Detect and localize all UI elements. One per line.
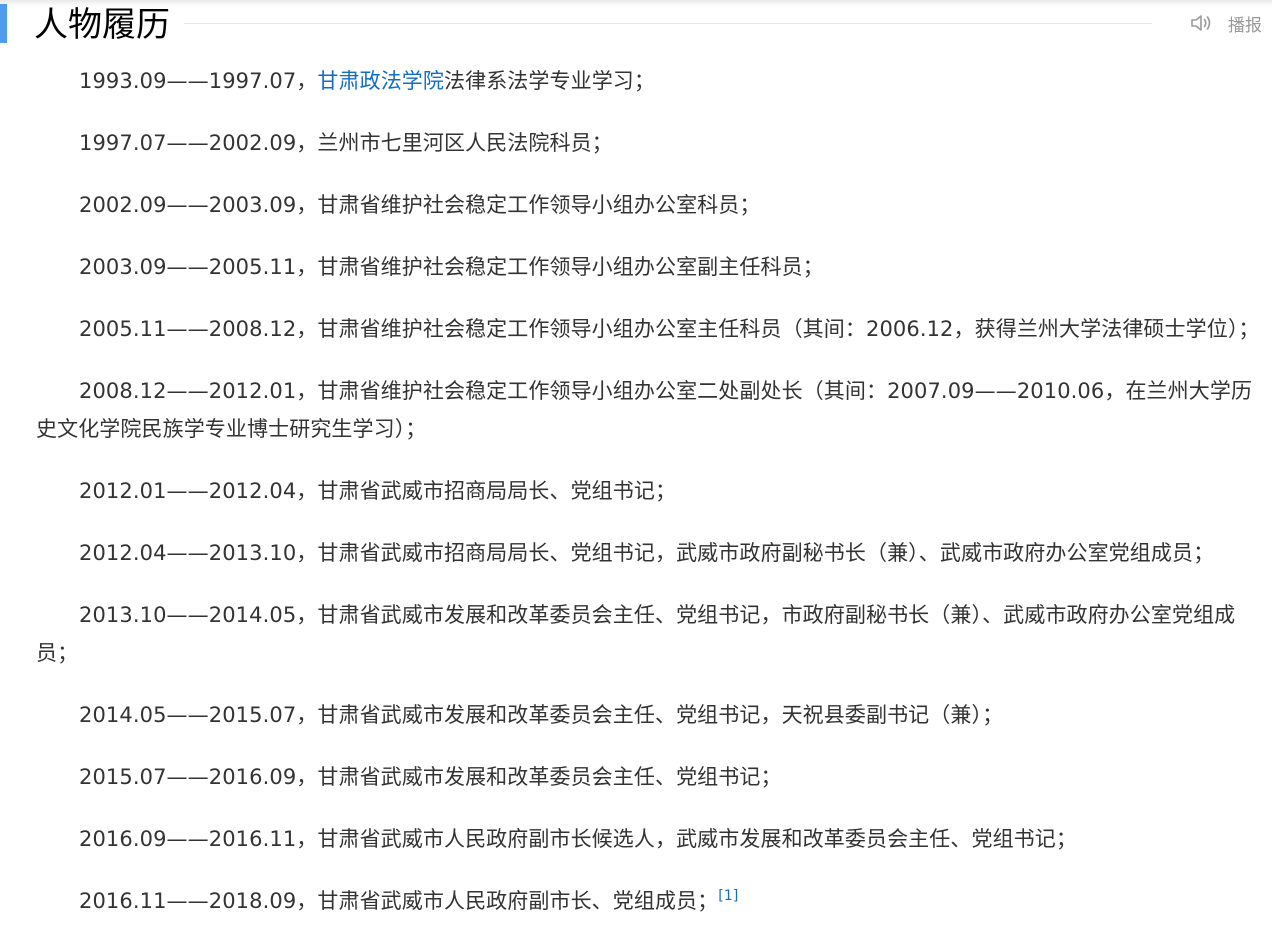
career-entry: 2016.09——2016.11，甘肃省武威市人民政府副市长候选人，武威市发展和…: [79, 827, 1077, 851]
career-entry: 2016.11——2018.09，甘肃省武威市人民政府副市长、党组成员；[1]: [36, 882, 1266, 920]
play-label: 播报: [1228, 15, 1262, 36]
career-entry: 2013.10——2014.05，甘肃省武威市发展和改革委员会主任、党组书记，市…: [36, 603, 1236, 665]
section-accent-bar: [0, 4, 7, 43]
section-title: 人物履历: [34, 5, 170, 45]
career-entry: 1997.07——2002.09，兰州市七里河区人民法院科员；: [79, 131, 613, 155]
play-audio-button[interactable]: 播报: [1190, 9, 1262, 37]
school-link[interactable]: 甘肃政法学院: [317, 69, 444, 93]
career-entry: 2002.09——2003.09，甘肃省维护社会稳定工作领导小组办公室科员；: [79, 193, 761, 217]
title-divider: [184, 23, 1152, 24]
career-entry: 2012.01——2012.04，甘肃省武威市招商局局长、党组书记；: [79, 479, 677, 503]
career-entry: 2005.11——2008.12，甘肃省维护社会稳定工作领导小组办公室主任科员（…: [79, 317, 1260, 341]
career-entry: 2003.09——2005.11，甘肃省维护社会稳定工作领导小组办公室副主任科员…: [79, 255, 824, 279]
speaker-icon: [1190, 13, 1214, 33]
entry-text: 2016.11——2018.09，甘肃省武威市人民政府副市长、党组成员；: [79, 889, 719, 913]
career-entry: 2012.04——2013.10，甘肃省武威市招商局局长、党组书记，武威市政府副…: [79, 541, 1215, 565]
section-header: 人物履历 播报: [0, 0, 1272, 48]
career-entry: 1993.09——1997.07，甘肃政法学院法律系法学专业学习；: [36, 62, 1266, 100]
career-entry: 2014.05——2015.07，甘肃省武威市发展和改革委员会主任、党组书记，天…: [79, 703, 1004, 727]
entry-text: 法律系法学专业学习；: [444, 69, 655, 93]
career-entry: 2015.07——2016.09，甘肃省武威市发展和改革委员会主任、党组书记；: [79, 765, 782, 789]
career-list: 1993.09——1997.07，甘肃政法学院法律系法学专业学习； 1997.0…: [36, 62, 1266, 944]
entry-text: 1993.09——1997.07，: [79, 69, 318, 93]
reference-link[interactable]: [1]: [718, 888, 738, 904]
career-entry: 2008.12——2012.01，甘肃省维护社会稳定工作领导小组办公室二处副处长…: [36, 379, 1253, 441]
